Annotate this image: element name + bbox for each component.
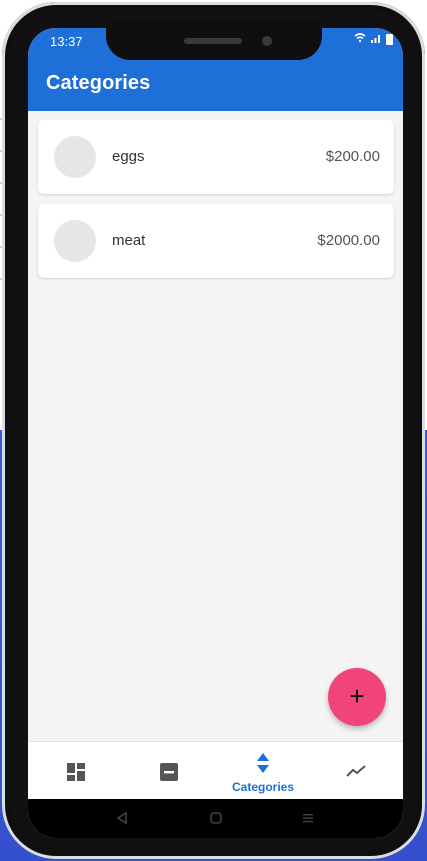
avatar xyxy=(54,220,96,262)
nav-trends[interactable] xyxy=(310,742,403,800)
home-icon[interactable] xyxy=(210,811,222,827)
back-icon[interactable] xyxy=(116,811,128,827)
nav-dashboard[interactable] xyxy=(28,742,122,800)
menu-icon[interactable] xyxy=(302,811,314,827)
category-item[interactable]: meat $2000.00 xyxy=(38,204,394,278)
front-camera xyxy=(262,36,272,46)
dashboard-icon xyxy=(66,762,86,787)
category-name: eggs xyxy=(112,148,145,165)
phone-frame: 13:37 Categories eggs $200.00 meat $2000… xyxy=(2,2,425,859)
category-item[interactable]: eggs $200.00 xyxy=(38,120,394,194)
page-title: Categories xyxy=(46,72,151,94)
add-category-button[interactable]: + xyxy=(328,668,386,726)
category-name: meat xyxy=(112,232,146,249)
bottom-navigation: Categories xyxy=(28,741,403,800)
speaker xyxy=(184,38,242,44)
nav-categories[interactable]: Categories xyxy=(216,742,310,800)
nav-expenses[interactable] xyxy=(122,742,216,800)
wifi-icon xyxy=(354,32,366,46)
category-amount: $200.00 xyxy=(325,148,380,165)
status-icons xyxy=(354,32,393,46)
trend-icon xyxy=(346,764,368,783)
battery-icon xyxy=(386,33,393,45)
camera-notch xyxy=(106,20,322,60)
system-navigation xyxy=(28,799,403,838)
signal-icon xyxy=(370,32,382,46)
status-time: 13:37 xyxy=(50,34,83,49)
avatar xyxy=(54,136,96,178)
category-amount: $2000.00 xyxy=(317,232,380,249)
app-screen: 13:37 Categories eggs $200.00 meat $2000… xyxy=(28,28,403,838)
sort-arrows-icon xyxy=(256,752,270,779)
nav-label-categories: Categories xyxy=(231,780,295,794)
plus-icon: + xyxy=(349,681,365,711)
minus-box-icon xyxy=(159,762,179,787)
